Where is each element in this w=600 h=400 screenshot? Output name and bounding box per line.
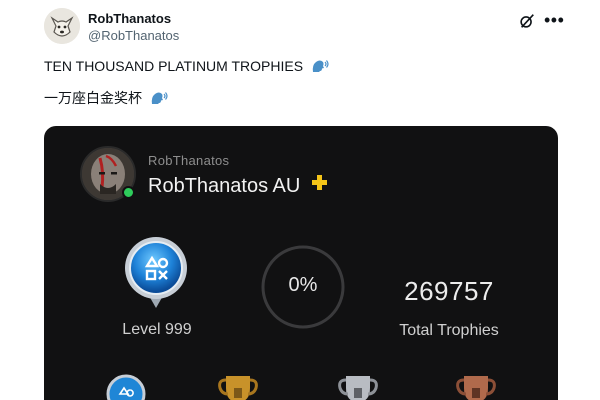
progress-value: 0% <box>288 274 318 296</box>
bronze-trophy-icon <box>456 376 496 400</box>
tweet-text-line1: TEN THOUSAND PLATINUM TROPHIES <box>44 58 329 74</box>
display-name[interactable]: RobThanatos <box>88 11 171 26</box>
psn-profile-card[interactable]: RobThanatos RobThanatos AU Level 999 0% … <box>44 126 558 400</box>
level-label: Level 999 <box>122 321 192 338</box>
gold-trophy-icon <box>218 376 258 400</box>
speaking-head-emoji-icon <box>151 92 168 104</box>
dog-avatar-icon <box>44 8 80 44</box>
total-trophies-value: 269757 <box>404 276 494 306</box>
platinum-trophy-icon <box>106 374 146 400</box>
tweet-text-chinese: 一万座白金奖杯 <box>44 90 142 106</box>
speaking-head-emoji-icon <box>312 60 329 72</box>
user-handle[interactable]: @RobThanatos <box>88 28 179 43</box>
silver-trophy-icon <box>338 376 378 400</box>
online-status-dot <box>122 186 135 199</box>
user-avatar[interactable] <box>44 8 80 44</box>
total-trophies-label: Total Trophies <box>399 322 499 339</box>
grok-icon[interactable] <box>518 12 536 30</box>
level-badge-icon <box>125 237 187 308</box>
online-id-text: RobThanatos AU <box>148 175 301 197</box>
ps-plus-icon <box>311 175 327 190</box>
more-options-icon[interactable]: ••• <box>544 11 564 29</box>
tweet-header: RobThanatos @RobThanatos ••• <box>44 8 564 48</box>
psn-id: RobThanatos <box>148 153 230 168</box>
tweet-text-english: TEN THOUSAND PLATINUM TROPHIES <box>44 58 304 74</box>
tweet-text-line2: 一万座白金奖杯 <box>44 88 168 108</box>
online-id: RobThanatos AU <box>148 175 327 198</box>
